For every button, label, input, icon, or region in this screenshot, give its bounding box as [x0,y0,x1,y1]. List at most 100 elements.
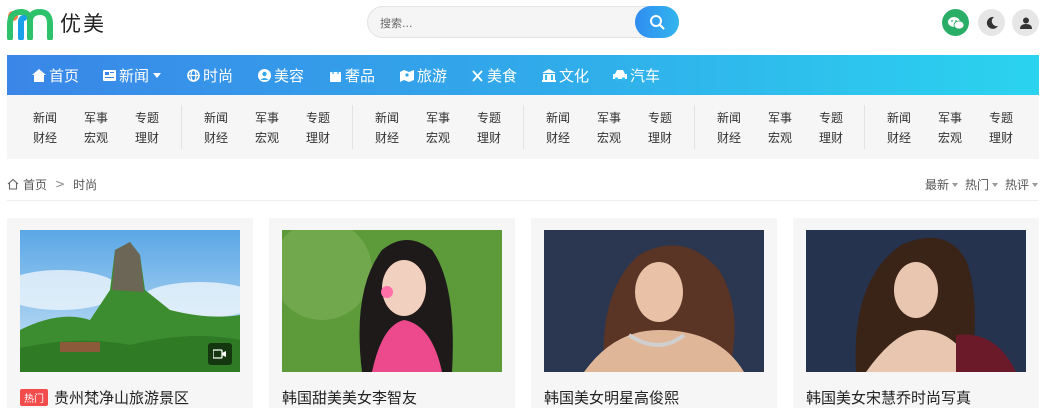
chevron-down-icon [153,72,162,78]
subnav-link[interactable]: 宏观 [418,129,458,146]
search-button[interactable] [635,6,679,38]
card-title[interactable]: 韩国美女宋慧乔时尚写真 [806,387,971,408]
building-icon [542,68,556,82]
card-title[interactable]: 韩国甜美美女李智友 [282,387,417,408]
search-input[interactable] [380,13,620,33]
portrait-image [282,230,502,372]
video-badge [208,343,232,365]
dark-mode-toggle[interactable] [978,9,1005,36]
subnav-link[interactable]: 新闻 [367,109,407,126]
search-icon [650,15,665,30]
nav-item-home[interactable]: 首页 [32,55,79,95]
subnav-link[interactable]: 财经 [196,129,236,146]
subnav-link[interactable]: 军事 [76,109,116,126]
subnav-link[interactable]: 宏观 [76,129,116,146]
subnav-link[interactable]: 军事 [930,109,970,126]
subnav-link[interactable]: 财经 [367,129,407,146]
subnav-link[interactable]: 军事 [589,109,629,126]
news-icon [103,69,116,81]
subnav-link[interactable]: 新闻 [25,109,65,126]
hot-badge: 热门 [20,389,48,406]
sort-hot[interactable]: 热门 [965,176,999,193]
map-icon [400,69,414,82]
sort-comments[interactable]: 热评 [1005,176,1039,193]
site-logo[interactable] [7,6,53,40]
nav-item-luxury[interactable]: 奢品 [329,55,375,95]
subnav-link[interactable]: 财经 [538,129,578,146]
nav-item-fashion[interactable]: 时尚 [187,55,233,95]
wechat-button[interactable] [942,9,969,36]
subnav-link[interactable]: 理财 [298,129,338,146]
nav-item-auto[interactable]: 汽车 [613,55,660,95]
subnav-link[interactable]: 专题 [127,109,167,126]
nav-item-food[interactable]: 美食 [471,55,517,95]
card-thumbnail[interactable] [20,230,240,372]
bag-icon [330,68,341,82]
card-thumbnail[interactable] [544,230,764,372]
subnav-link[interactable]: 财经 [709,129,749,146]
wechat-icon [947,16,964,29]
subnav-link[interactable]: 宏观 [760,129,800,146]
subnav-link[interactable]: 军事 [418,109,458,126]
site-header: 优美 [0,0,1045,46]
subnav-link[interactable]: 理财 [127,129,167,146]
subnav-link[interactable]: 新闻 [196,109,236,126]
subnav-link[interactable]: 军事 [760,109,800,126]
subnav-link[interactable]: 财经 [879,129,919,146]
car-icon [613,70,627,81]
article-card[interactable]: 热门 贵州梵净山旅游景区 [7,218,253,408]
video-camera-icon [213,349,226,359]
main-nav: 首页 新闻 时尚 美容 奢品 旅游 美食 文化 汽车 [7,55,1039,95]
card-title[interactable]: 韩国美女明星高俊熙 [544,387,679,408]
subnav-group: 新闻 军事 专题 财经 宏观 理财 [523,105,683,149]
divider [7,200,1039,201]
subnav-link[interactable]: 理财 [811,129,851,146]
portrait-image [544,230,764,372]
card-thumbnail[interactable] [282,230,502,372]
nav-item-travel[interactable]: 旅游 [400,55,447,95]
subnav-group: 新闻 军事 专题 财经 宏观 理财 [864,105,1024,149]
subnav-link[interactable]: 宏观 [930,129,970,146]
nav-item-beauty[interactable]: 美容 [258,55,304,95]
subnav-link[interactable]: 理财 [981,129,1021,146]
search-box [367,6,679,38]
nav-item-culture[interactable]: 文化 [542,55,589,95]
user-button[interactable] [1012,9,1039,36]
site-name[interactable]: 优美 [60,8,106,38]
caret-down-icon [952,182,959,187]
article-card[interactable]: 韩国甜美美女李智友 [269,218,515,408]
caret-down-icon [1032,182,1039,187]
subnav-link[interactable]: 专题 [981,109,1021,126]
portrait-image [806,230,1026,372]
article-card[interactable]: 韩国美女宋慧乔时尚写真 [793,218,1039,408]
sort-latest[interactable]: 最新 [925,176,959,193]
subnav-link[interactable]: 专题 [298,109,338,126]
subnav-link[interactable]: 专题 [811,109,851,126]
subnav-link[interactable]: 专题 [469,109,509,126]
card-thumbnail[interactable] [806,230,1026,372]
subnav-link[interactable]: 宏观 [589,129,629,146]
article-card[interactable]: 韩国美女明星高俊熙 [531,218,777,408]
user-circle-icon [258,68,271,82]
subnav-link[interactable]: 理财 [469,129,509,146]
subnav-group: 新闻 军事 专题 财经 宏观 理财 [352,105,512,149]
subnav-link[interactable]: 理财 [640,129,680,146]
card-title[interactable]: 热门 贵州梵净山旅游景区 [20,387,189,408]
user-icon [1019,17,1032,29]
moon-icon [986,16,998,29]
breadcrumb-home[interactable]: 首页 [23,176,47,193]
subnav-group: 新闻 军事 专题 财经 宏观 理财 [694,105,854,149]
subnav-link[interactable]: 专题 [640,109,680,126]
subnav-link[interactable]: 军事 [247,109,287,126]
subnav-link[interactable]: 宏观 [247,129,287,146]
breadcrumb: 首页 > 时尚 [7,176,97,192]
mountain-image [20,230,240,372]
nav-item-news[interactable]: 新闻 [103,55,162,95]
subnav-link[interactable]: 财经 [25,129,65,146]
breadcrumb-current: 时尚 [73,177,98,192]
subnav-link[interactable]: 新闻 [538,109,578,126]
globe-icon [187,68,200,82]
subnav-group: 新闻 军事 专题 财经 宏观 理财 [181,105,341,149]
subnav-link[interactable]: 新闻 [709,109,749,126]
subnav-link[interactable]: 新闻 [879,109,919,126]
